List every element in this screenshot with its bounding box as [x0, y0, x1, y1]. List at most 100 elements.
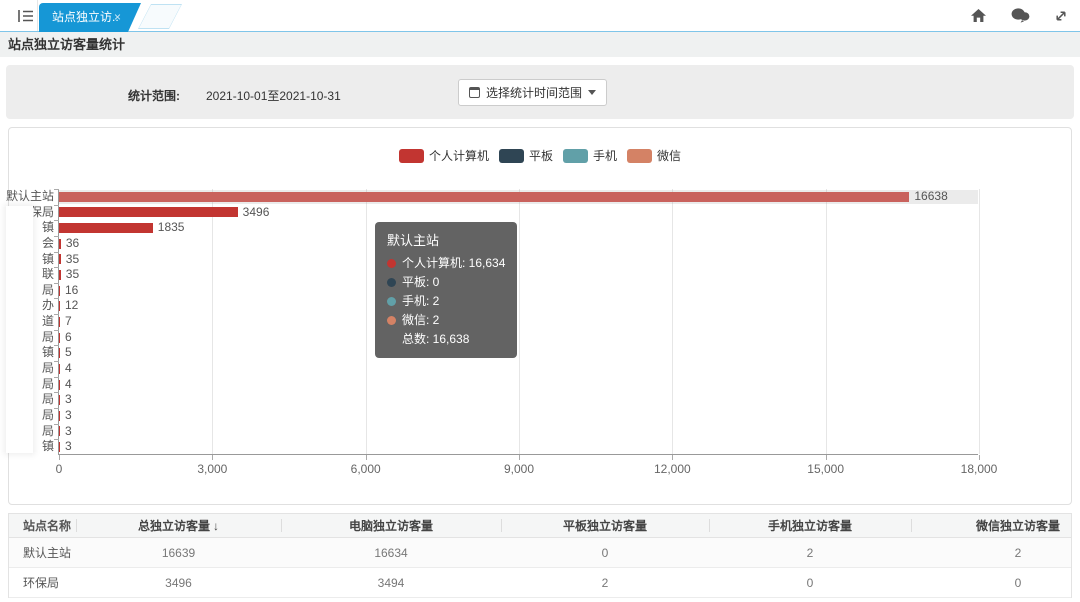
legend-label: 平板: [529, 147, 553, 164]
tab-label: 站点独立访..: [52, 10, 119, 24]
table-cell: 默认主站: [9, 538, 76, 567]
bar-value-label: 4: [65, 377, 72, 393]
chart-row: 局3: [59, 424, 978, 440]
bar-镇[interactable]: [59, 254, 61, 264]
page-title: 站点独立访客量统计: [0, 32, 1080, 57]
x-axis-label: 3,000: [197, 462, 227, 476]
tab-strip-divider: [37, 0, 38, 31]
top-bar: 站点独立访.. ×: [0, 0, 1080, 32]
table-header-row: 站点名称总独立访客量↓ 电脑独立访客量 平板独立访客量 手机独立访客量 微信独立访客量: [9, 514, 1072, 538]
select-time-range-button[interactable]: 选择统计时间范围: [458, 79, 607, 106]
table-header-label: 站点名称: [23, 519, 71, 533]
chart-row: 局3: [59, 392, 978, 408]
menu-icon[interactable]: [18, 9, 34, 28]
gridline: [979, 189, 980, 454]
y-axis-label: 默认主站: [2, 189, 54, 205]
table-cell: 0: [501, 538, 709, 567]
bar-value-label: 35: [66, 252, 79, 268]
chart-row: 保局3496: [59, 205, 978, 221]
bar-默认主站[interactable]: [59, 192, 909, 202]
table-row: 默认主站1663916634022: [9, 538, 1072, 568]
table-header-label: 电脑独立访客量: [349, 519, 433, 533]
bar-局[interactable]: [59, 411, 60, 421]
chart-row: 镇5: [59, 345, 978, 361]
visitor-table: 站点名称总独立访客量↓电脑独立访客量平板独立访客量手机独立访客量微信独立访客量 …: [8, 513, 1072, 598]
bar-局[interactable]: [59, 395, 60, 405]
fullscreen-icon[interactable]: [1054, 9, 1068, 23]
table-cell: 0: [709, 568, 911, 597]
x-axis-tick: [979, 455, 980, 460]
bar-value-label: 3496: [243, 205, 270, 221]
table-header-2[interactable]: 电脑独立访客量: [281, 514, 501, 537]
bar-局[interactable]: [59, 364, 60, 374]
table-header-0[interactable]: 站点名称: [9, 514, 76, 537]
bar-局[interactable]: [59, 333, 60, 343]
topbar-icons: [970, 8, 1068, 23]
bar-镇[interactable]: [59, 442, 60, 452]
table-header-4[interactable]: 手机独立访客量: [709, 514, 911, 537]
bar-value-label: 36: [66, 236, 79, 252]
legend-swatch-icon: [563, 149, 588, 163]
date-range-label: 统计范围:: [128, 87, 180, 104]
x-axis-tick: [59, 455, 60, 460]
x-axis-label: 0: [56, 462, 63, 476]
bar-道[interactable]: [59, 317, 60, 327]
bar-镇[interactable]: [59, 348, 60, 358]
table-header-label: 微信独立访客量: [976, 519, 1060, 533]
bar-局[interactable]: [59, 426, 60, 436]
tab-close-icon[interactable]: ×: [114, 3, 121, 32]
chart-row: 道7: [59, 314, 978, 330]
chart-row: 会36: [59, 236, 978, 252]
table-header-label: 平板独立访客量: [563, 519, 647, 533]
calendar-icon: [469, 87, 480, 98]
legend-item-wechat[interactable]: 微信: [627, 147, 681, 164]
chat-icon[interactable]: [1011, 8, 1030, 23]
bar-保局[interactable]: [59, 207, 238, 217]
date-range-value: 2021-10-01至2021-10-31: [206, 87, 341, 104]
home-icon[interactable]: [970, 8, 987, 23]
redaction-overlay: [6, 206, 33, 453]
legend-label: 手机: [593, 147, 617, 164]
table-cell: 2: [501, 568, 709, 597]
bar-局[interactable]: [59, 286, 60, 296]
x-axis-label: 6,000: [351, 462, 381, 476]
bar-value-label: 3: [65, 392, 72, 408]
bar-value-label: 35: [66, 267, 79, 283]
table-cell: 2: [709, 538, 911, 567]
legend-swatch-icon: [499, 149, 524, 163]
tab-site-visitor-stats[interactable]: 站点独立访.. ×: [39, 3, 141, 32]
legend-item-tablet[interactable]: 平板: [499, 147, 553, 164]
bar-镇[interactable]: [59, 223, 153, 233]
legend-item-mobile[interactable]: 手机: [563, 147, 617, 164]
bar-联[interactable]: [59, 270, 61, 280]
bar-value-label: 6: [65, 330, 72, 346]
tab-stub[interactable]: [138, 4, 182, 29]
sort-descending-icon: ↓: [213, 519, 219, 533]
legend-swatch-icon: [627, 149, 652, 163]
bar-value-label: 3: [65, 408, 72, 424]
chart-plot: 03,0006,0009,00012,00015,00018,000默认主站16…: [58, 189, 978, 455]
bar-局[interactable]: [59, 380, 60, 390]
chart-row: 镇35: [59, 252, 978, 268]
table-cell: 16639: [76, 538, 281, 567]
table-header-1[interactable]: 总独立访客量↓: [76, 514, 281, 537]
bar-会[interactable]: [59, 239, 61, 249]
bar-value-label: 3: [65, 439, 72, 455]
chart-row: 局6: [59, 330, 978, 346]
legend-item-pc[interactable]: 个人计算机: [399, 147, 489, 164]
chart-row: 局4: [59, 361, 978, 377]
bar-value-label: 5: [65, 345, 72, 361]
table-header-5[interactable]: 微信独立访客量: [911, 514, 1072, 537]
filter-bar: 统计范围: 2021-10-01至2021-10-31 选择统计时间范围: [6, 65, 1074, 119]
chart-row: 局4: [59, 377, 978, 393]
x-axis-tick: [519, 455, 520, 460]
table-header-3[interactable]: 平板独立访客量: [501, 514, 709, 537]
bar-value-label: 7: [65, 314, 72, 330]
chart-row: 默认主站16638: [59, 189, 978, 205]
legend-swatch-icon: [399, 149, 424, 163]
chart-row: 局3: [59, 408, 978, 424]
bar-value-label: 1835: [158, 220, 185, 236]
caret-down-icon: [588, 90, 596, 95]
bar-value-label: 3: [65, 424, 72, 440]
bar-办[interactable]: [59, 301, 60, 311]
